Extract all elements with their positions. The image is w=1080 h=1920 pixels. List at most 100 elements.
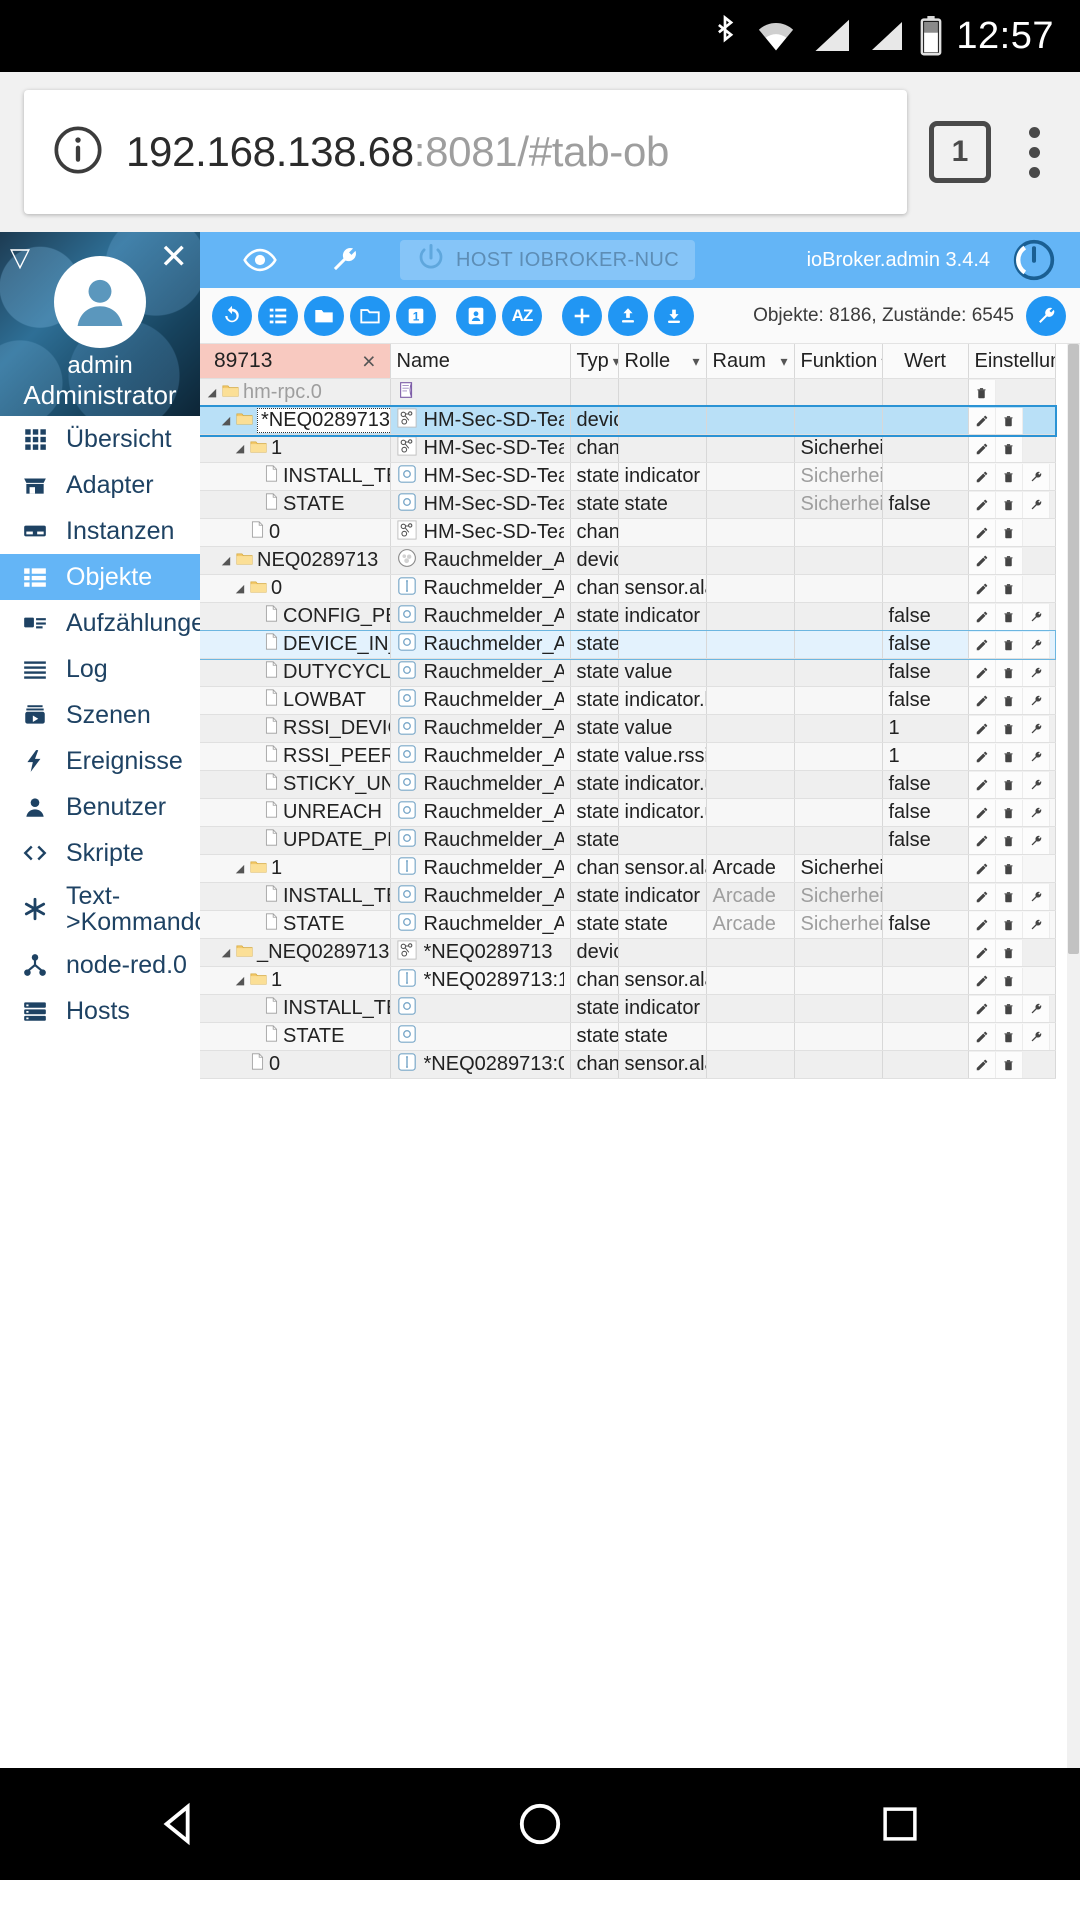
delete-icon[interactable] [995,1023,1023,1050]
wrench-icon[interactable] [1022,883,1050,910]
row-id-cell[interactable]: ◢STATE [200,490,391,519]
sidebar-item-ereignisse[interactable]: Ereignisse [0,738,200,784]
info-icon[interactable] [52,124,104,181]
edit-icon[interactable] [968,659,996,686]
expand-all-button[interactable] [258,295,298,336]
wrench-icon[interactable] [1022,631,1050,658]
table-row[interactable]: ◢LOWBAT Rauchmelder_Arcade… state indicator… [200,686,1056,715]
column-name[interactable]: Name [390,344,571,379]
delete-icon[interactable] [995,883,1023,910]
table-row[interactable]: ◢DUTYCYCLE Rauchmelder_Arcade… state value f… [200,658,1056,687]
edit-icon[interactable] [968,407,996,434]
edit-icon[interactable] [968,603,996,630]
search-input[interactable] [214,349,357,373]
row-id-cell[interactable]: ◢UPDATE_PENDI [200,826,391,855]
kebab-menu-icon[interactable] [1013,126,1056,178]
delete-icon[interactable] [995,407,1023,434]
delete-icon[interactable] [995,743,1023,770]
delete-icon[interactable] [995,491,1023,518]
delete-icon[interactable] [995,575,1023,602]
row-id-cell[interactable]: ◢ hm-rpc.0 [200,378,391,407]
expand-caret-icon[interactable]: ◢ [234,974,246,987]
row-id-cell[interactable]: ◢STICKY_UNREA [200,770,391,799]
column-raum[interactable]: Raum ▾ [706,344,795,379]
row-id-cell[interactable]: ◢CONFIG_PENDI [200,602,391,631]
column-typ[interactable]: Typ▾ [570,344,619,379]
delete-icon[interactable] [995,603,1023,630]
wrench-icon[interactable] [1022,743,1050,770]
edit-icon[interactable] [968,967,996,994]
row-id-cell[interactable]: ◢ _NEQ0289713 [200,938,391,967]
sort-az-button[interactable]: A͘Z [502,295,542,336]
wrench-icon[interactable] [1022,715,1050,742]
table-row[interactable]: ◢ NEQ0289713 Rauchmelder_Arcade device [200,546,1056,575]
table-row[interactable]: ◢STICKY_UNREA Rauchmelder_Arcade… state ind… [200,770,1056,799]
add-object-button[interactable] [562,295,602,336]
sidebar-item-objekte[interactable]: Objekte [0,554,200,600]
row-id-cell[interactable]: ◢ 1 [200,434,391,463]
expand-folders-button[interactable] [350,295,390,336]
delete-icon[interactable] [995,463,1023,490]
row-id-cell[interactable]: ◢LOWBAT [200,686,391,715]
row-id-cell[interactable]: ◢DEVICE_IN_BOO [200,630,391,659]
delete-icon[interactable] [995,967,1023,994]
row-id-cell[interactable]: ◢STATE [200,910,391,939]
wrench-icon[interactable] [302,244,386,276]
column-einstellung[interactable]: Einstellung▾ [968,344,1056,379]
table-row[interactable]: ◢INSTALL_TEST HM-Sec-SD-Team *N… state indi… [200,462,1056,491]
delete-icon[interactable] [995,659,1023,686]
home-circle-icon[interactable] [507,1791,573,1857]
edit-icon[interactable] [968,883,996,910]
eye-icon[interactable] [218,243,302,277]
edit-icon[interactable] [968,715,996,742]
delete-icon[interactable] [995,631,1023,658]
wrench-icon[interactable] [1022,687,1050,714]
expand-caret-icon[interactable]: ◢ [234,442,246,455]
wrench-icon[interactable] [1022,827,1050,854]
iobroker-logo-icon[interactable] [1006,238,1062,282]
edit-icon[interactable] [968,1023,996,1050]
table-row[interactable]: ◢UNREACH Rauchmelder_Arcade… state indicato… [200,798,1056,827]
edit-icon[interactable] [968,799,996,826]
edit-icon[interactable] [968,771,996,798]
edit-icon[interactable] [968,687,996,714]
delete-icon[interactable] [995,771,1023,798]
row-id-cell[interactable]: ◢0 [200,574,391,603]
expand-caret-icon[interactable]: ◢ [220,946,232,959]
wrench-icon[interactable] [1022,603,1050,630]
sidebar-item-text-kommandos-0[interactable]: Text- >Kommandos.0 [0,876,242,942]
delete-icon[interactable] [995,799,1023,826]
table-row[interactable]: ◢CONFIG_PENDI Rauchmelder_Arcade… state ind… [200,602,1056,631]
row-id-cell[interactable]: ◢INSTALL_TEST [200,994,391,1023]
edit-icon[interactable] [968,1051,996,1078]
table-row[interactable]: ◢INSTALL_TEST Rauchmelder_Arcade… state ind… [200,882,1056,911]
table-row[interactable]: ◢UPDATE_PENDI Rauchmelder_Arcade… state fal… [200,826,1056,855]
close-icon[interactable]: ✕ [160,240,189,274]
edit-icon[interactable] [968,547,996,574]
delete-icon[interactable] [995,995,1023,1022]
row-id-cell[interactable]: ◢RSSI_PEER [200,742,391,771]
recents-square-icon[interactable] [867,1791,933,1857]
delete-icon[interactable] [995,855,1023,882]
row-id-cell[interactable]: ◢INSTALL_TEST [200,882,391,911]
table-row[interactable]: ◢ *NEQ0289713 HM-Sec-SD-Team *N… device [200,404,1057,437]
row-id-cell[interactable]: ◢INSTALL_TEST [200,462,391,491]
table-row[interactable]: ◢ _NEQ0289713 *NEQ0289713 device [200,938,1056,967]
back-triangle-icon[interactable] [147,1791,213,1857]
filter-cell[interactable]: × [200,344,391,379]
expand-caret-icon[interactable]: ◢ [220,414,232,427]
edit-icon[interactable] [968,575,996,602]
delete-icon[interactable] [995,547,1023,574]
table-row[interactable]: ◢0Rauchmelder_Arcade…channelsensor.alarm [200,574,1056,603]
table-row[interactable]: ◢STATE HM-Sec-SD-Team *N… state state Sicher… [200,490,1056,519]
delete-icon[interactable] [995,827,1023,854]
sidebar-item-adapter[interactable]: Adapter [0,462,200,508]
table-row[interactable]: ◢ hm-rpc.0 [200,378,1056,407]
expand-caret-icon[interactable]: ◢ [220,554,232,567]
column-rolle[interactable]: Rolle ▾ [618,344,707,379]
depth-one-button[interactable]: 1 [396,295,436,336]
host-selector[interactable]: HOST IOBROKER-NUC [400,240,696,280]
scrollbar-thumb[interactable] [1068,344,1079,954]
table-row[interactable]: ◢STATE Rauchmelder_Arcade… state state Arcad… [200,910,1056,939]
vertical-scrollbar[interactable] [1067,344,1080,1768]
